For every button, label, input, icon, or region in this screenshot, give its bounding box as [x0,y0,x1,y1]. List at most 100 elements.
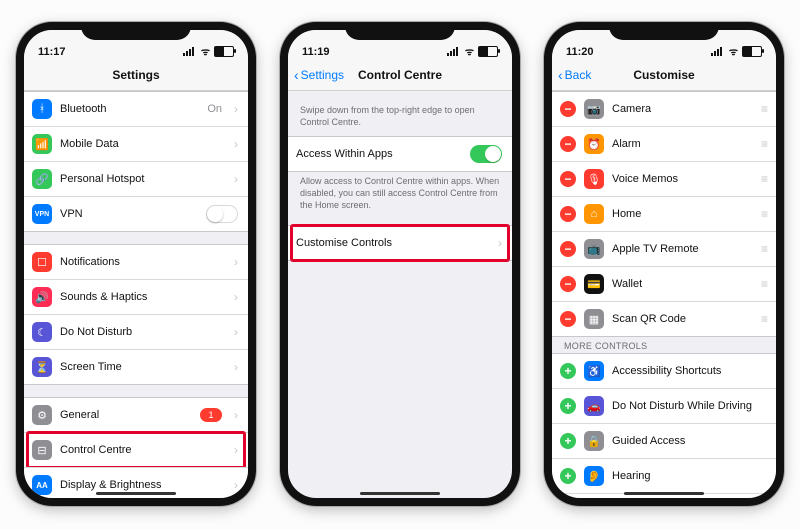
row-screen-time[interactable]: ⏳ Screen Time › [24,349,248,385]
remove-button[interactable]: − [560,311,576,327]
row-dnd-driving[interactable]: + 🚗 Do Not Disturb While Driving [552,388,776,423]
home-indicator[interactable] [96,492,176,495]
back-button[interactable]: ‹ Back [558,60,591,90]
row-dnd[interactable]: ☾ Do Not Disturb › [24,314,248,349]
notch [345,22,455,40]
notch [609,22,719,40]
antenna-icon: 📶 [32,134,52,154]
qr-icon: ▦ [584,309,604,329]
row-notifications[interactable]: ☐ Notifications › [24,244,248,279]
row-alarm[interactable]: − ⏰ Alarm ≡ [552,126,776,161]
signal-icon [183,47,197,56]
row-control-centre[interactable]: ⊟ Control Centre › [24,432,248,467]
vpn-icon: VPN [32,204,52,224]
row-label: Voice Memos [612,173,753,185]
row-personal-hotspot[interactable]: 🔗 Personal Hotspot › [24,161,248,196]
letters-icon: AA [32,475,52,495]
status-right: ᯤ [183,44,234,58]
row-label: Home [612,208,753,220]
speaker-icon: 🔊 [32,287,52,307]
row-guided-access[interactable]: + 🔒 Guided Access [552,423,776,458]
row-voice-memos[interactable]: − 🎙 Voice Memos ≡ [552,161,776,196]
home-indicator[interactable] [624,492,704,495]
status-right: ᯤ [447,44,498,58]
reorder-handle-icon[interactable]: ≡ [761,312,766,326]
chevron-right-icon: › [234,290,238,304]
reorder-handle-icon[interactable]: ≡ [761,277,766,291]
remove-button[interactable]: − [560,171,576,187]
remove-button[interactable]: − [560,241,576,257]
home-indicator[interactable] [360,492,440,495]
row-customise-controls[interactable]: Customise Controls › [288,225,512,261]
reorder-handle-icon[interactable]: ≡ [761,207,766,221]
signal-icon [447,47,461,56]
row-accessibility-shortcuts[interactable]: + ♿ Accessibility Shortcuts [552,353,776,388]
phone-2: 11:19 ᯤ ‹ Settings Control Centre Swipe … [280,22,520,506]
phone-3: 11:20 ᯤ ‹ Back Customise − 📷 Camera ≡ [544,22,784,506]
add-button[interactable]: + [560,468,576,484]
chevron-right-icon: › [498,236,502,250]
row-label: Accessibility Shortcuts [612,365,766,377]
chevron-left-icon: ‹ [294,68,299,82]
access-toggle[interactable] [470,145,502,163]
remove-button[interactable]: − [560,276,576,292]
add-button[interactable]: + [560,433,576,449]
row-label: Camera [612,103,753,115]
page-title: Customise [633,68,694,82]
remove-button[interactable]: − [560,136,576,152]
reorder-handle-icon[interactable]: ≡ [761,137,766,151]
add-button[interactable]: + [560,398,576,414]
row-camera[interactable]: − 📷 Camera ≡ [552,91,776,126]
battery-icon [478,46,498,57]
vpn-toggle[interactable] [206,205,238,223]
row-access-within-apps[interactable]: Access Within Apps [288,136,512,172]
row-vpn[interactable]: VPN VPN [24,196,248,232]
row-apple-tv-remote[interactable]: − 📺 Apple TV Remote ≡ [552,231,776,266]
screen-control-centre: 11:19 ᯤ ‹ Settings Control Centre Swipe … [288,30,512,498]
signal-icon [711,47,725,56]
remove-button[interactable]: − [560,206,576,222]
remove-button[interactable]: − [560,101,576,117]
row-home[interactable]: − ⌂ Home ≡ [552,196,776,231]
row-scan-qr[interactable]: − ▦ Scan QR Code ≡ [552,301,776,337]
row-label: Do Not Disturb While Driving [612,400,766,412]
chevron-right-icon: › [234,137,238,151]
nav-bar: Settings [24,60,248,91]
row-hearing[interactable]: + 👂 Hearing [552,458,776,493]
control-centre-settings[interactable]: Swipe down from the top-right edge to op… [288,91,512,498]
chevron-right-icon: › [234,102,238,116]
row-label: VPN [60,208,198,220]
wallet-icon: 💳 [584,274,604,294]
row-general[interactable]: ⚙ General 1 › [24,397,248,432]
add-button[interactable]: + [560,363,576,379]
section-header: MORE CONTROLS [552,337,776,353]
row-label: Screen Time [60,361,226,373]
bluetooth-icon: ᚼ [32,99,52,119]
notch [81,22,191,40]
row-sounds[interactable]: 🔊 Sounds & Haptics › [24,279,248,314]
tv-icon: 📺 [584,239,604,259]
back-button[interactable]: ‹ Settings [294,60,344,90]
reorder-handle-icon[interactable]: ≡ [761,172,766,186]
chevron-right-icon: › [234,172,238,186]
camera-icon: 📷 [584,99,604,119]
back-label: Settings [301,68,344,82]
notification-badge: 1 [200,408,222,422]
row-label: Alarm [612,138,753,150]
row-mobile-data[interactable]: 📶 Mobile Data › [24,126,248,161]
row-label: Personal Hotspot [60,173,226,185]
customise-list[interactable]: − 📷 Camera ≡ − ⏰ Alarm ≡ − 🎙 Voice Memos… [552,91,776,498]
row-bluetooth[interactable]: ᚼ Bluetooth On › [24,91,248,126]
screen-customise: 11:20 ᯤ ‹ Back Customise − 📷 Camera ≡ [552,30,776,498]
house-icon: ⌂ [584,204,604,224]
car-icon: 🚗 [584,396,604,416]
chevron-right-icon: › [234,408,238,422]
battery-icon [742,46,762,57]
reorder-handle-icon[interactable]: ≡ [761,102,766,116]
switches-icon: ⊟ [32,440,52,460]
row-wallet[interactable]: − 💳 Wallet ≡ [552,266,776,301]
notifications-icon: ☐ [32,252,52,272]
reorder-handle-icon[interactable]: ≡ [761,242,766,256]
settings-list[interactable]: ᚼ Bluetooth On › 📶 Mobile Data › 🔗 Perso… [24,91,248,498]
battery-icon [214,46,234,57]
